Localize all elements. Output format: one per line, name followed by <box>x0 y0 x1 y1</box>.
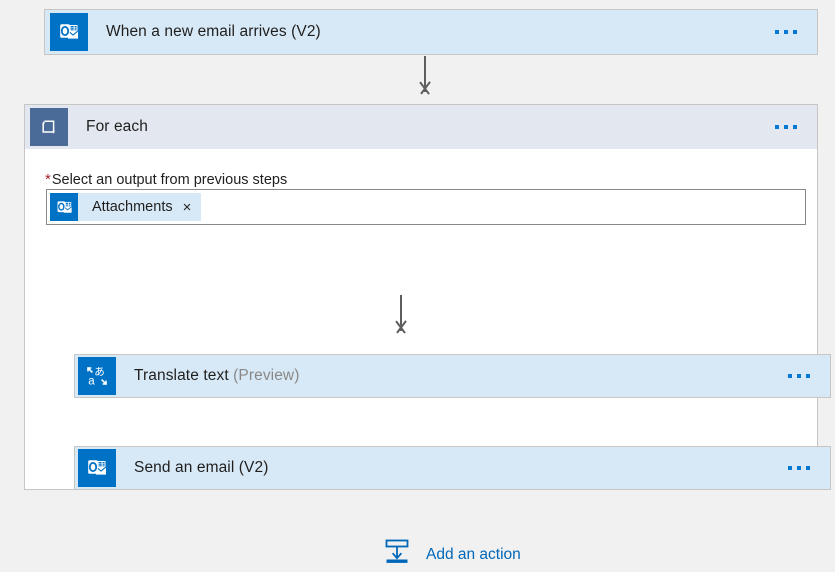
translate-title-text: Translate text <box>134 367 229 384</box>
outlook-icon <box>50 193 78 221</box>
ellipsis-menu-icon[interactable] <box>788 374 810 378</box>
outlook-icon <box>78 449 116 487</box>
add-an-action-button[interactable]: Add an action <box>382 537 521 572</box>
connector-arrowhead <box>415 82 435 94</box>
trigger-card-title: When a new email arrives (V2) <box>106 23 321 41</box>
foreach-card-title: For each <box>86 118 148 136</box>
svg-text:あ: あ <box>94 366 105 378</box>
ellipsis-menu-icon[interactable] <box>775 125 797 129</box>
select-output-field-label: *Select an output from previous steps <box>45 171 287 188</box>
add-an-action-label: Add an action <box>426 546 521 564</box>
translate-icon: あ a <box>78 357 116 395</box>
foreach-card-header[interactable]: For each <box>25 105 817 149</box>
action-card-title: Translate text (Preview) <box>134 367 300 385</box>
ellipsis-menu-icon[interactable] <box>788 466 810 470</box>
translate-preview-tag: (Preview) <box>229 367 300 384</box>
foreach-scope-container: For each *Select an output from previous… <box>24 104 818 490</box>
connector-arrow-translate-to-send <box>388 295 414 343</box>
trigger-card-when-a-new-email-arrives[interactable]: When a new email arrives (V2) <box>44 9 818 55</box>
outlook-icon <box>50 13 88 51</box>
connector-arrowhead <box>391 321 411 333</box>
action-card-translate-text[interactable]: あ a Translate text (Preview) <box>74 354 831 398</box>
required-asterisk: * <box>45 171 51 188</box>
action-card-send-an-email[interactable]: Send an email (V2) <box>74 446 831 490</box>
attachments-token[interactable]: Attachments × <box>50 193 201 221</box>
ellipsis-menu-icon[interactable] <box>775 30 797 34</box>
select-output-label-text: Select an output from previous steps <box>52 172 287 188</box>
svg-text:a: a <box>88 376 95 388</box>
connector-arrow-trigger-to-foreach <box>412 56 438 104</box>
attachments-token-label: Attachments <box>92 199 173 215</box>
select-output-input[interactable]: Attachments × <box>46 189 806 225</box>
loop-icon <box>30 108 68 146</box>
insert-action-icon <box>382 537 412 572</box>
action-card-title: Send an email (V2) <box>134 459 268 477</box>
close-icon[interactable]: × <box>183 200 192 215</box>
